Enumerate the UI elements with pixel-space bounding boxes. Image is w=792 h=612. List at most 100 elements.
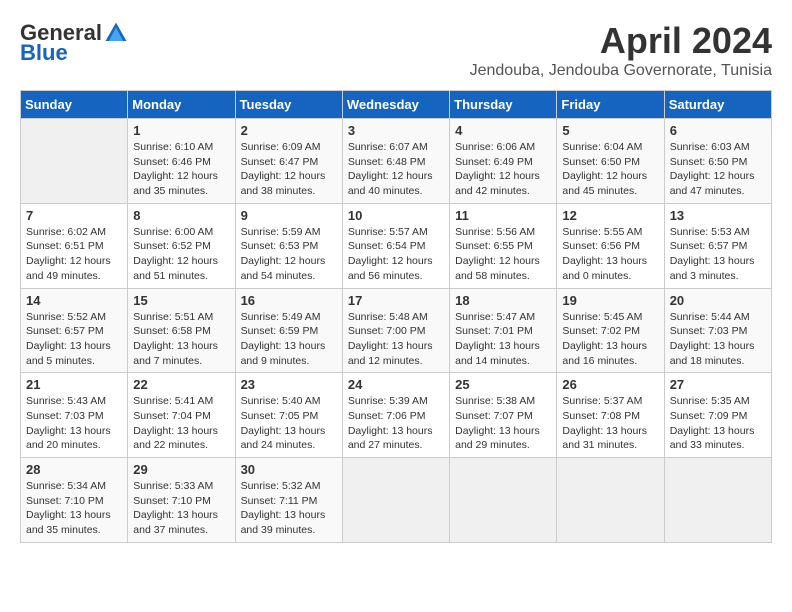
calendar-cell: 24 Sunrise: 5:39 AM Sunset: 7:06 PM Dayli… (342, 373, 449, 458)
day-number: 7 (26, 208, 122, 223)
day-info: Sunrise: 5:49 AM Sunset: 6:59 PM Dayligh… (241, 310, 337, 369)
calendar-cell: 10 Sunrise: 5:57 AM Sunset: 6:54 PM Dayli… (342, 203, 449, 288)
calendar-cell: 20 Sunrise: 5:44 AM Sunset: 7:03 PM Dayli… (664, 288, 771, 373)
day-info: Sunrise: 5:47 AM Sunset: 7:01 PM Dayligh… (455, 310, 551, 369)
day-info: Sunrise: 5:45 AM Sunset: 7:02 PM Dayligh… (562, 310, 658, 369)
day-info: Sunrise: 6:09 AM Sunset: 6:47 PM Dayligh… (241, 140, 337, 199)
day-number: 12 (562, 208, 658, 223)
day-number: 18 (455, 293, 551, 308)
calendar-cell: 1 Sunrise: 6:10 AM Sunset: 6:46 PM Daylig… (128, 119, 235, 204)
day-info: Sunrise: 5:39 AM Sunset: 7:06 PM Dayligh… (348, 394, 444, 453)
calendar-cell: 26Sunrise: 5:37 AM Sunset: 7:08 PM Dayli… (557, 373, 664, 458)
calendar-cell: 29Sunrise: 5:33 AM Sunset: 7:10 PM Dayli… (128, 458, 235, 543)
day-info: Sunrise: 5:40 AM Sunset: 7:05 PM Dayligh… (241, 394, 337, 453)
calendar-cell: 11 Sunrise: 5:56 AM Sunset: 6:55 PM Dayli… (450, 203, 557, 288)
day-number: 22 (133, 377, 229, 392)
day-number: 23 (241, 377, 337, 392)
calendar-cell: 27Sunrise: 5:35 AM Sunset: 7:09 PM Dayli… (664, 373, 771, 458)
day-number: 30 (241, 462, 337, 477)
calendar-cell: 18 Sunrise: 5:47 AM Sunset: 7:01 PM Dayli… (450, 288, 557, 373)
calendar-week-row: 7 Sunrise: 6:02 AM Sunset: 6:51 PM Daylig… (21, 203, 772, 288)
day-of-week-header: Thursday (450, 91, 557, 119)
day-info: Sunrise: 5:35 AM Sunset: 7:09 PM Dayligh… (670, 394, 766, 453)
calendar-cell: 8 Sunrise: 6:00 AM Sunset: 6:52 PM Daylig… (128, 203, 235, 288)
day-info: Sunrise: 6:03 AM Sunset: 6:50 PM Dayligh… (670, 140, 766, 199)
day-info: Sunrise: 5:48 AM Sunset: 7:00 PM Dayligh… (348, 310, 444, 369)
day-of-week-header: Sunday (21, 91, 128, 119)
day-number: 11 (455, 208, 551, 223)
calendar-cell: 3 Sunrise: 6:07 AM Sunset: 6:48 PM Daylig… (342, 119, 449, 204)
day-info: Sunrise: 5:52 AM Sunset: 6:57 PM Dayligh… (26, 310, 122, 369)
day-of-week-header: Saturday (664, 91, 771, 119)
day-info: Sunrise: 5:34 AM Sunset: 7:10 PM Dayligh… (26, 479, 122, 538)
calendar-cell: 17 Sunrise: 5:48 AM Sunset: 7:00 PM Dayli… (342, 288, 449, 373)
day-number: 16 (241, 293, 337, 308)
day-number: 6 (670, 123, 766, 138)
day-number: 26 (562, 377, 658, 392)
day-number: 9 (241, 208, 337, 223)
day-info: Sunrise: 5:44 AM Sunset: 7:03 PM Dayligh… (670, 310, 766, 369)
day-info: Sunrise: 5:59 AM Sunset: 6:53 PM Dayligh… (241, 225, 337, 284)
page-header: General Blue April 2024 Jendouba, Jendou… (20, 20, 772, 80)
calendar-cell: 13 Sunrise: 5:53 AM Sunset: 6:57 PM Dayli… (664, 203, 771, 288)
day-number: 5 (562, 123, 658, 138)
day-info: Sunrise: 5:51 AM Sunset: 6:58 PM Dayligh… (133, 310, 229, 369)
day-info: Sunrise: 5:55 AM Sunset: 6:56 PM Dayligh… (562, 225, 658, 284)
calendar-cell (21, 119, 128, 204)
calendar-cell: 4Sunrise: 6:06 AM Sunset: 6:49 PM Daylig… (450, 119, 557, 204)
calendar-cell: 14 Sunrise: 5:52 AM Sunset: 6:57 PM Dayli… (21, 288, 128, 373)
day-info: Sunrise: 5:38 AM Sunset: 7:07 PM Dayligh… (455, 394, 551, 453)
day-info: Sunrise: 5:43 AM Sunset: 7:03 PM Dayligh… (26, 394, 122, 453)
calendar-cell (342, 458, 449, 543)
calendar-week-row: 21 Sunrise: 5:43 AM Sunset: 7:03 PM Dayli… (21, 373, 772, 458)
day-of-week-header: Wednesday (342, 91, 449, 119)
day-info: Sunrise: 5:56 AM Sunset: 6:55 PM Dayligh… (455, 225, 551, 284)
calendar-cell: 5 Sunrise: 6:04 AM Sunset: 6:50 PM Daylig… (557, 119, 664, 204)
day-info: Sunrise: 6:02 AM Sunset: 6:51 PM Dayligh… (26, 225, 122, 284)
day-info: Sunrise: 6:10 AM Sunset: 6:46 PM Dayligh… (133, 140, 229, 199)
calendar-cell: 12 Sunrise: 5:55 AM Sunset: 6:56 PM Dayli… (557, 203, 664, 288)
logo: General Blue (20, 20, 128, 66)
calendar-cell: 9 Sunrise: 5:59 AM Sunset: 6:53 PM Daylig… (235, 203, 342, 288)
title-area: April 2024 Jendouba, Jendouba Governorat… (470, 20, 772, 80)
day-info: Sunrise: 6:07 AM Sunset: 6:48 PM Dayligh… (348, 140, 444, 199)
calendar-cell: 15 Sunrise: 5:51 AM Sunset: 6:58 PM Dayli… (128, 288, 235, 373)
calendar-week-row: 28 Sunrise: 5:34 AM Sunset: 7:10 PM Dayli… (21, 458, 772, 543)
day-info: Sunrise: 5:32 AM Sunset: 7:11 PM Dayligh… (241, 479, 337, 538)
calendar-cell: 16 Sunrise: 5:49 AM Sunset: 6:59 PM Dayli… (235, 288, 342, 373)
calendar-cell: 7 Sunrise: 6:02 AM Sunset: 6:51 PM Daylig… (21, 203, 128, 288)
day-info: Sunrise: 6:04 AM Sunset: 6:50 PM Dayligh… (562, 140, 658, 199)
day-number: 17 (348, 293, 444, 308)
day-number: 29 (133, 462, 229, 477)
calendar-cell: 23 Sunrise: 5:40 AM Sunset: 7:05 PM Dayli… (235, 373, 342, 458)
day-number: 24 (348, 377, 444, 392)
calendar-cell: 30 Sunrise: 5:32 AM Sunset: 7:11 PM Dayli… (235, 458, 342, 543)
day-of-week-header: Friday (557, 91, 664, 119)
day-info: Sunrise: 6:00 AM Sunset: 6:52 PM Dayligh… (133, 225, 229, 284)
location-subtitle: Jendouba, Jendouba Governorate, Tunisia (470, 62, 772, 80)
day-info: Sunrise: 5:57 AM Sunset: 6:54 PM Dayligh… (348, 225, 444, 284)
logo-icon (104, 21, 128, 45)
day-info: Sunrise: 5:53 AM Sunset: 6:57 PM Dayligh… (670, 225, 766, 284)
day-number: 1 (133, 123, 229, 138)
day-number: 13 (670, 208, 766, 223)
day-number: 20 (670, 293, 766, 308)
day-number: 3 (348, 123, 444, 138)
calendar-cell: 6 Sunrise: 6:03 AM Sunset: 6:50 PM Daylig… (664, 119, 771, 204)
calendar-cell (557, 458, 664, 543)
calendar-cell: 22Sunrise: 5:41 AM Sunset: 7:04 PM Dayli… (128, 373, 235, 458)
day-number: 21 (26, 377, 122, 392)
day-number: 15 (133, 293, 229, 308)
day-number: 28 (26, 462, 122, 477)
calendar-cell: 28 Sunrise: 5:34 AM Sunset: 7:10 PM Dayli… (21, 458, 128, 543)
day-number: 2 (241, 123, 337, 138)
calendar-cell (450, 458, 557, 543)
day-number: 14 (26, 293, 122, 308)
day-number: 10 (348, 208, 444, 223)
day-of-week-header: Tuesday (235, 91, 342, 119)
day-number: 8 (133, 208, 229, 223)
calendar-cell (664, 458, 771, 543)
calendar-table: SundayMondayTuesdayWednesdayThursdayFrid… (20, 90, 772, 543)
calendar-cell: 21 Sunrise: 5:43 AM Sunset: 7:03 PM Dayli… (21, 373, 128, 458)
logo-blue-text: Blue (20, 40, 68, 66)
